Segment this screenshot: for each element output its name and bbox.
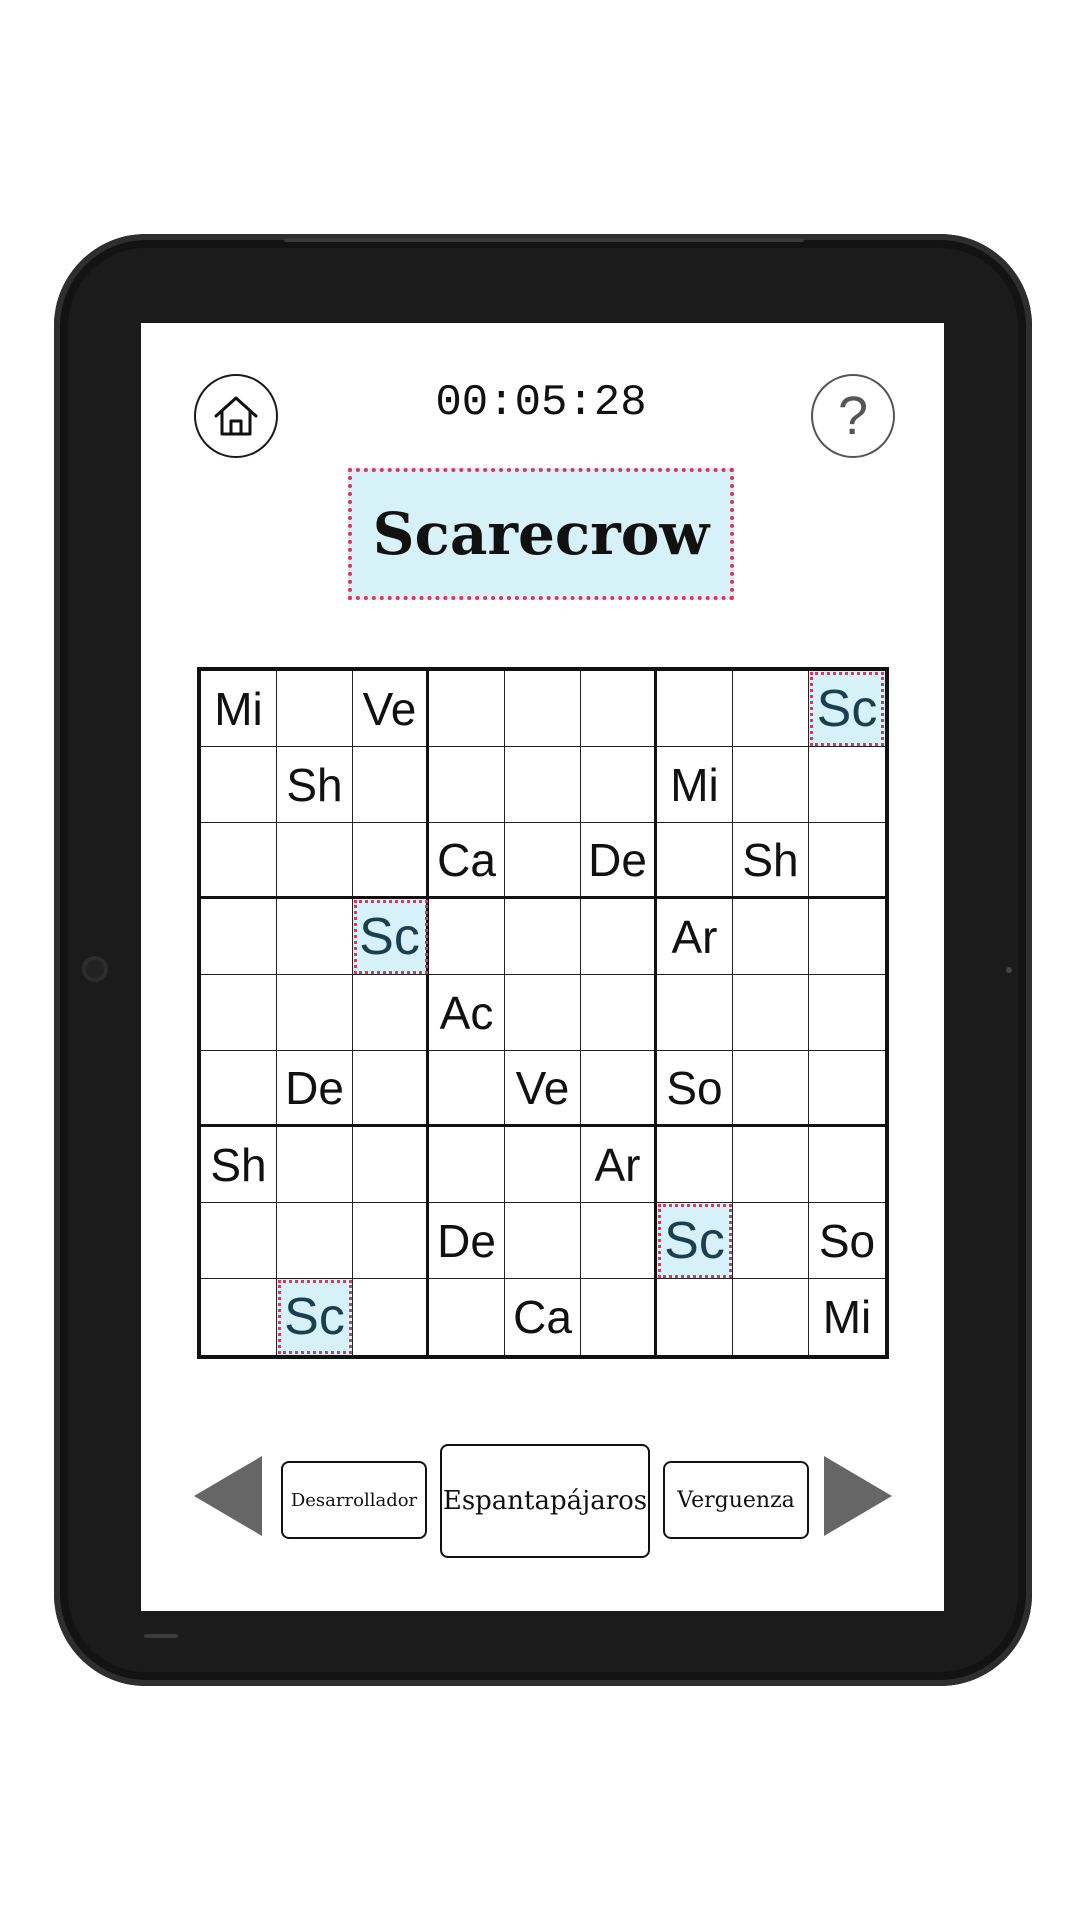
sensor-dot bbox=[1006, 967, 1012, 973]
grid-cell[interactable] bbox=[277, 899, 353, 975]
grid-cell[interactable] bbox=[429, 671, 505, 747]
grid-cell[interactable] bbox=[809, 1051, 885, 1127]
grid-cell[interactable] bbox=[505, 671, 581, 747]
grid-cell[interactable] bbox=[581, 975, 657, 1051]
grid-cell[interactable] bbox=[429, 1127, 505, 1203]
grid-cell[interactable] bbox=[657, 823, 733, 899]
grid-cell[interactable]: Sh bbox=[733, 823, 809, 899]
grid-cell[interactable] bbox=[733, 671, 809, 747]
grid-cell[interactable] bbox=[353, 1051, 429, 1127]
grid-cell[interactable] bbox=[429, 747, 505, 823]
next-arrow-icon[interactable] bbox=[824, 1456, 892, 1536]
grid-cell[interactable] bbox=[201, 1203, 277, 1279]
grid-cell[interactable] bbox=[657, 1279, 733, 1355]
grid-cell[interactable]: Sc bbox=[809, 671, 885, 747]
grid-cell[interactable] bbox=[201, 975, 277, 1051]
camera-icon bbox=[82, 956, 108, 982]
grid-cell[interactable] bbox=[581, 1279, 657, 1355]
grid-cell[interactable] bbox=[505, 823, 581, 899]
grid-cell[interactable] bbox=[353, 747, 429, 823]
grid-cell[interactable] bbox=[277, 1127, 353, 1203]
grid-cell[interactable] bbox=[277, 823, 353, 899]
grid-cell[interactable] bbox=[505, 1127, 581, 1203]
grid-cell[interactable]: De bbox=[581, 823, 657, 899]
grid-cell[interactable] bbox=[505, 747, 581, 823]
grid-cell[interactable]: Ac bbox=[429, 975, 505, 1051]
grid-cell[interactable] bbox=[353, 1127, 429, 1203]
grid-cell[interactable] bbox=[429, 899, 505, 975]
grid-cell[interactable]: So bbox=[657, 1051, 733, 1127]
previous-arrow-icon[interactable] bbox=[194, 1456, 262, 1536]
current-word-button[interactable]: Espantapájaros bbox=[440, 1444, 650, 1558]
grid-cell[interactable] bbox=[429, 1051, 505, 1127]
grid-cell[interactable] bbox=[733, 975, 809, 1051]
grid-cell[interactable]: Sh bbox=[277, 747, 353, 823]
grid-cell[interactable] bbox=[353, 823, 429, 899]
grid-cell[interactable]: Ve bbox=[505, 1051, 581, 1127]
grid-cell[interactable] bbox=[353, 1203, 429, 1279]
grid-cell[interactable]: Mi bbox=[201, 671, 277, 747]
next-word-button[interactable]: Verguenza bbox=[663, 1461, 809, 1539]
puzzle-grid: Mi Ve Sc Sh Mi Ca De Sh Sc Ar Ac De Ve So Sh Ar De Sc So Sc… bbox=[197, 667, 889, 1359]
grid-cell[interactable] bbox=[809, 747, 885, 823]
grid-cell[interactable]: De bbox=[277, 1051, 353, 1127]
grid-cell[interactable] bbox=[809, 823, 885, 899]
grid-cell[interactable] bbox=[733, 747, 809, 823]
grid-cell[interactable]: Mi bbox=[657, 747, 733, 823]
grid-cell[interactable] bbox=[505, 899, 581, 975]
grid-cell[interactable]: Sc bbox=[657, 1203, 733, 1279]
grid-cell[interactable]: Ve bbox=[353, 671, 429, 747]
grid-cell[interactable] bbox=[505, 975, 581, 1051]
help-button[interactable]: ? bbox=[811, 374, 895, 458]
grid-cell[interactable]: So bbox=[809, 1203, 885, 1279]
grid-cell[interactable] bbox=[809, 975, 885, 1051]
grid-cell[interactable] bbox=[505, 1203, 581, 1279]
home-button[interactable] bbox=[194, 374, 278, 458]
target-word-card: Scarecrow bbox=[348, 468, 734, 600]
game-timer: 00:05:28 bbox=[435, 378, 647, 428]
grid-cell[interactable] bbox=[277, 1203, 353, 1279]
grid-cell[interactable]: Sc bbox=[353, 899, 429, 975]
grid-cell[interactable]: Ca bbox=[429, 823, 505, 899]
home-icon bbox=[214, 396, 258, 436]
grid-cell[interactable] bbox=[581, 1051, 657, 1127]
grid-cell[interactable]: Sh bbox=[201, 1127, 277, 1203]
grid-cell[interactable] bbox=[733, 1127, 809, 1203]
grid-cell[interactable] bbox=[277, 975, 353, 1051]
grid-cell[interactable] bbox=[353, 975, 429, 1051]
grid-cell[interactable] bbox=[809, 899, 885, 975]
grid-cell[interactable] bbox=[733, 899, 809, 975]
grid-cell[interactable]: Ar bbox=[657, 899, 733, 975]
game-screen: 00:05:28 ? Scarecrow Mi Ve Sc Sh Mi Ca De Sh Sc A… bbox=[141, 323, 944, 1611]
previous-word-button[interactable]: Desarrollador bbox=[281, 1461, 427, 1539]
grid-cell[interactable]: De bbox=[429, 1203, 505, 1279]
grid-cell[interactable]: Ca bbox=[505, 1279, 581, 1355]
target-word: Scarecrow bbox=[372, 500, 710, 568]
grid-cell[interactable] bbox=[201, 747, 277, 823]
grid-cell[interactable]: Sc bbox=[277, 1279, 353, 1355]
question-icon: ? bbox=[837, 386, 869, 446]
grid-cell[interactable] bbox=[429, 1279, 505, 1355]
grid-cell[interactable] bbox=[733, 1051, 809, 1127]
grid-cell[interactable] bbox=[581, 1203, 657, 1279]
grid-cell[interactable] bbox=[657, 671, 733, 747]
grid-cell[interactable] bbox=[733, 1279, 809, 1355]
speaker-slot bbox=[144, 1634, 178, 1638]
grid-cell[interactable] bbox=[581, 671, 657, 747]
grid-cell[interactable] bbox=[201, 899, 277, 975]
grid-cell[interactable] bbox=[657, 975, 733, 1051]
grid-cell[interactable] bbox=[581, 747, 657, 823]
grid-cell[interactable] bbox=[201, 1051, 277, 1127]
grid-cell[interactable] bbox=[657, 1127, 733, 1203]
grid-cell[interactable] bbox=[809, 1127, 885, 1203]
tablet-top-edge bbox=[284, 238, 804, 242]
grid-cell[interactable] bbox=[353, 1279, 429, 1355]
grid-cell[interactable] bbox=[581, 899, 657, 975]
grid-cell[interactable]: Ar bbox=[581, 1127, 657, 1203]
grid-cell[interactable] bbox=[733, 1203, 809, 1279]
grid-cell[interactable] bbox=[201, 823, 277, 899]
grid-cell[interactable] bbox=[201, 1279, 277, 1355]
grid-cell[interactable] bbox=[277, 671, 353, 747]
grid-cell[interactable]: Mi bbox=[809, 1279, 885, 1355]
